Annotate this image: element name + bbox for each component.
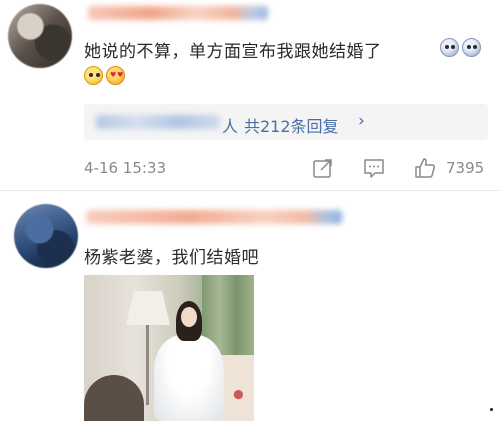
reply-summary-box[interactable]: 人 共212条回复 › xyxy=(84,104,488,140)
smirk-face-emoji-icon xyxy=(84,66,103,85)
commenter-avatar[interactable] xyxy=(14,204,78,268)
commenter-name-blurred[interactable] xyxy=(88,6,268,20)
stray-dot xyxy=(490,408,493,411)
reply-count-link[interactable]: 共212条回复 xyxy=(244,113,339,137)
commenter-name-blurred[interactable] xyxy=(86,210,342,224)
photo-lamp-pole xyxy=(146,325,149,405)
share-icon[interactable] xyxy=(312,157,334,179)
chevron-right-icon[interactable]: › xyxy=(358,111,365,131)
comment-text: 杨紫老婆，我们结婚吧 xyxy=(84,248,259,268)
comment-text: 她说的不算，单方面宣布我跟她结婚了 xyxy=(84,42,382,62)
thumbs-up-icon[interactable] xyxy=(414,157,436,179)
reply-person-suffix: 人 xyxy=(222,117,239,136)
shocked-face-emoji-icon xyxy=(462,38,481,57)
reply-users-blurred xyxy=(96,115,220,129)
photo-face xyxy=(181,307,197,327)
photo-side-table xyxy=(84,375,144,421)
comment-timestamp: 4-16 15:33 xyxy=(84,159,167,177)
comment-icon[interactable] xyxy=(363,157,385,179)
comment-photo[interactable] xyxy=(84,275,254,421)
comment-divider xyxy=(0,190,499,191)
shocked-face-emoji-icon xyxy=(440,38,459,57)
commenter-avatar[interactable] xyxy=(8,4,72,68)
photo-white-dress xyxy=(154,335,224,421)
photo-lamp-shade xyxy=(126,291,170,325)
like-count: 7395 xyxy=(446,159,485,177)
heart-eyes-emoji-icon: ♥ ♥ xyxy=(106,66,125,85)
